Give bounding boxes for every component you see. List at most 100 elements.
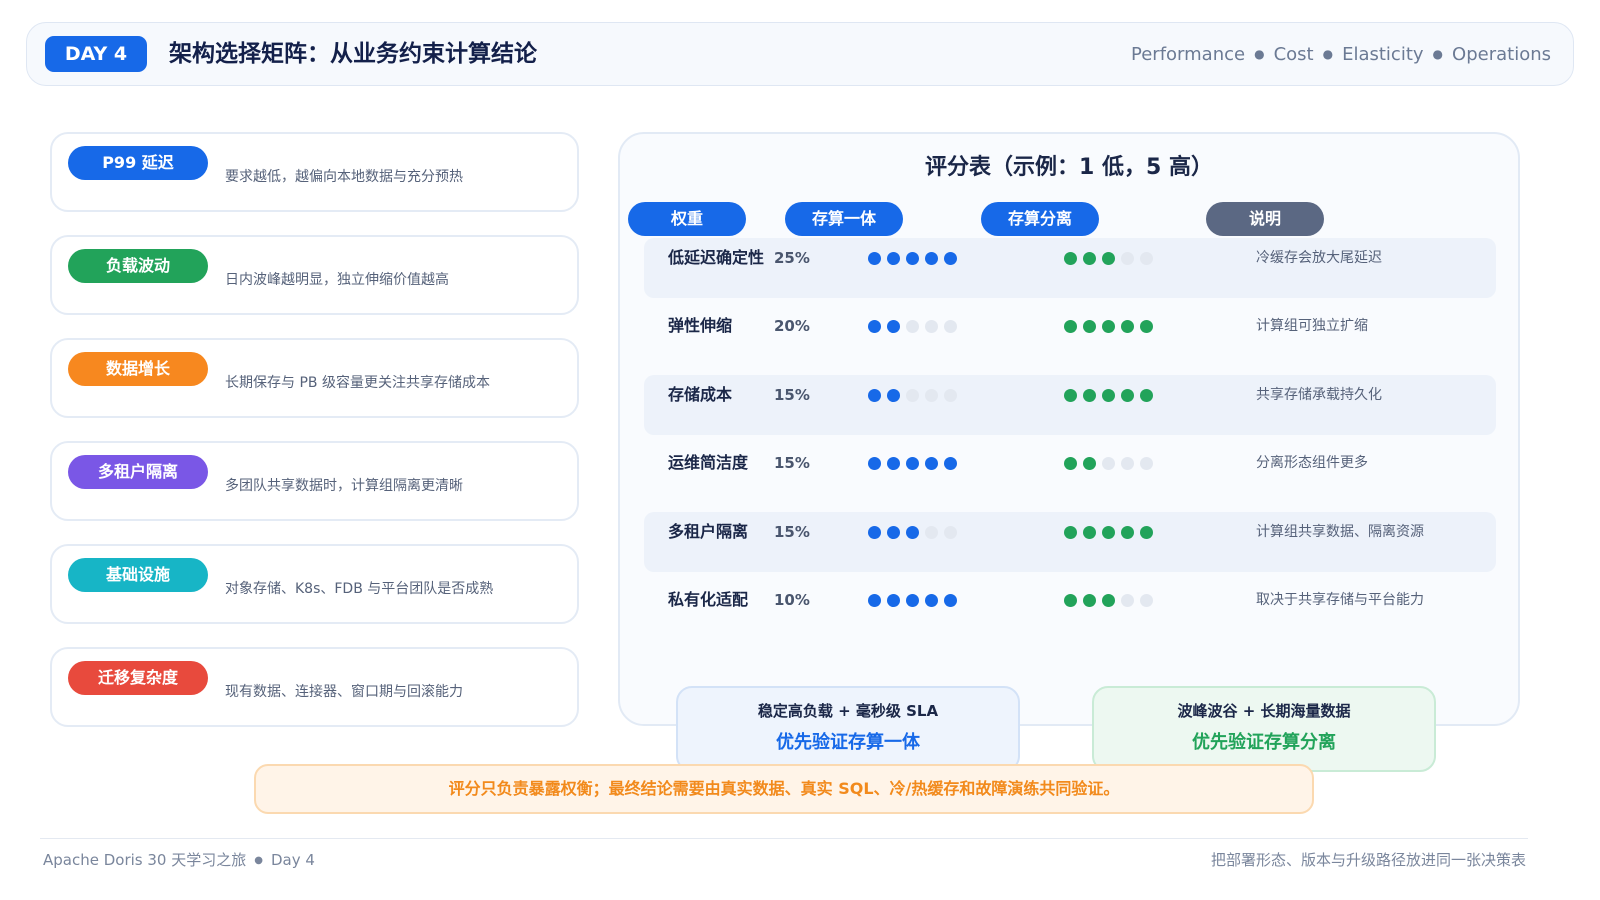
row-weight: 15%: [774, 454, 810, 472]
separator-dot-icon: ●: [1254, 47, 1265, 61]
recommendation-separated: 波峰波谷 + 长期海量数据 优先验证存算分离: [1092, 686, 1436, 772]
score-dot-filled-icon: [887, 252, 900, 265]
score-table-title: 评分表（示例：1 低，5 高）: [925, 155, 1213, 180]
score-dot-filled-icon: [906, 526, 919, 539]
score-dot-filled-icon: [906, 457, 919, 470]
score-dot-empty-icon: [906, 389, 919, 402]
row-note: 计算组可独立扩缩: [1256, 318, 1368, 334]
score-dot-empty-icon: [1121, 457, 1134, 470]
factor-card-infra: 基础设施 对象存储、K8s、FDB 与平台团队是否成熟: [50, 544, 579, 624]
factor-pill: P99 延迟: [68, 146, 208, 180]
integrated-score-dots: [868, 320, 957, 333]
separated-score-dots: [1064, 320, 1153, 333]
row-weight: 10%: [774, 591, 810, 609]
score-dot-filled-icon: [1102, 252, 1115, 265]
score-dot-filled-icon: [1083, 252, 1096, 265]
score-dot-empty-icon: [944, 526, 957, 539]
score-dot-empty-icon: [1121, 252, 1134, 265]
score-dot-filled-icon: [925, 252, 938, 265]
footer-divider: [40, 838, 1528, 839]
score-dot-empty-icon: [944, 320, 957, 333]
separated-score-dots: [1064, 594, 1153, 607]
separated-score-dots: [1064, 457, 1153, 470]
row-note: 共享存储承载持久化: [1256, 387, 1382, 403]
integrated-score-dots: [868, 389, 957, 402]
score-dot-filled-icon: [887, 594, 900, 607]
column-header-separated: 存算分离: [981, 202, 1099, 236]
recommendation-integrated: 稳定高负载 + 毫秒级 SLA 优先验证存算一体: [676, 686, 1020, 772]
separator-dot-icon: ●: [254, 855, 263, 866]
row-criterion: 私有化适配: [668, 590, 749, 609]
header-bar: DAY 4 架构选择矩阵：从业务约束计算结论 Performance ● Cost ●…: [26, 22, 1574, 86]
score-dot-empty-icon: [925, 389, 938, 402]
row-criterion: 弹性伸缩: [668, 316, 733, 335]
separated-score-dots: [1064, 252, 1153, 265]
recommendation-condition: 稳定高负载 + 毫秒级 SLA: [757, 702, 939, 720]
score-dot-filled-icon: [868, 594, 881, 607]
factor-card-migration: 迁移复杂度 现有数据、连接器、窗口期与回滚能力: [50, 647, 579, 727]
score-dot-filled-icon: [887, 389, 900, 402]
score-row: 弹性伸缩 20% 计算组可独立扩缩: [644, 306, 1496, 366]
tag-performance: Performance: [1131, 44, 1246, 65]
footer-series: Apache Doris 30 天学习之旅: [43, 851, 247, 869]
score-dot-filled-icon: [1140, 526, 1153, 539]
score-dot-filled-icon: [1064, 594, 1077, 607]
factor-desc: 对象存储、K8s、FDB 与平台团队是否成熟: [225, 581, 494, 597]
score-row: 低延迟确定性 25% 冷缓存会放大尾延迟: [644, 238, 1496, 298]
score-dot-filled-icon: [1121, 320, 1134, 333]
score-dot-empty-icon: [1140, 457, 1153, 470]
score-dot-filled-icon: [1083, 526, 1096, 539]
score-dot-empty-icon: [1121, 594, 1134, 607]
factor-pill: 多租户隔离: [68, 455, 208, 489]
integrated-score-dots: [868, 526, 957, 539]
score-dot-empty-icon: [1140, 594, 1153, 607]
tag-operations: Operations: [1452, 44, 1551, 65]
score-dot-filled-icon: [1064, 526, 1077, 539]
score-row: 运维简洁度 15% 分离形态组件更多: [644, 443, 1496, 503]
integrated-score-dots: [868, 457, 957, 470]
column-header-weight: 权重: [628, 202, 746, 236]
score-dot-filled-icon: [1121, 389, 1134, 402]
score-dot-empty-icon: [906, 320, 919, 333]
row-weight: 15%: [774, 386, 810, 404]
score-row: 多租户隔离 15% 计算组共享数据、隔离资源: [644, 512, 1496, 572]
score-dot-filled-icon: [1102, 526, 1115, 539]
score-dot-empty-icon: [1102, 457, 1115, 470]
footer-day: Day 4: [270, 851, 315, 869]
factor-desc: 长期保存与 PB 级容量更关注共享存储成本: [225, 375, 490, 391]
score-row: 私有化适配 10% 取决于共享存储与平台能力: [644, 580, 1496, 640]
separator-dot-icon: ●: [1322, 47, 1334, 61]
score-table-panel: 评分表（示例：1 低，5 高） 权重 存算一体 存算分离 说明 低延迟确定性 25…: [618, 132, 1520, 726]
row-criterion: 低延迟确定性: [668, 248, 765, 267]
recommendation-condition: 波峰波谷 + 长期海量数据: [1177, 702, 1351, 720]
tag-cost: Cost: [1273, 44, 1314, 65]
row-weight: 20%: [774, 317, 810, 335]
separated-score-dots: [1064, 526, 1153, 539]
score-dot-empty-icon: [944, 389, 957, 402]
score-dot-filled-icon: [944, 252, 957, 265]
score-dot-filled-icon: [906, 594, 919, 607]
factor-pill: 迁移复杂度: [68, 661, 208, 695]
score-dot-filled-icon: [925, 457, 938, 470]
row-note: 冷缓存会放大尾延迟: [1256, 250, 1382, 266]
score-dot-filled-icon: [868, 526, 881, 539]
score-dot-filled-icon: [944, 457, 957, 470]
score-dot-filled-icon: [868, 389, 881, 402]
score-dot-filled-icon: [1102, 389, 1115, 402]
header-tags: Performance ● Cost ● Elasticity ● Operations: [1131, 41, 1551, 70]
score-dot-filled-icon: [1083, 389, 1096, 402]
score-dot-filled-icon: [1140, 389, 1153, 402]
factor-pill: 负载波动: [68, 249, 208, 283]
recommendation-action: 优先验证存算分离: [1192, 732, 1336, 753]
score-dot-filled-icon: [868, 457, 881, 470]
day-badge: DAY 4: [45, 36, 147, 72]
score-dot-filled-icon: [925, 594, 938, 607]
score-dot-filled-icon: [1083, 320, 1096, 333]
tag-elasticity: Elasticity: [1342, 44, 1424, 65]
separated-score-dots: [1064, 389, 1153, 402]
score-dot-filled-icon: [887, 526, 900, 539]
score-dot-filled-icon: [887, 320, 900, 333]
score-dot-filled-icon: [1064, 252, 1077, 265]
row-weight: 15%: [774, 523, 810, 541]
factor-card-load: 负载波动 日内波峰越明显，独立伸缩价值越高: [50, 235, 579, 315]
